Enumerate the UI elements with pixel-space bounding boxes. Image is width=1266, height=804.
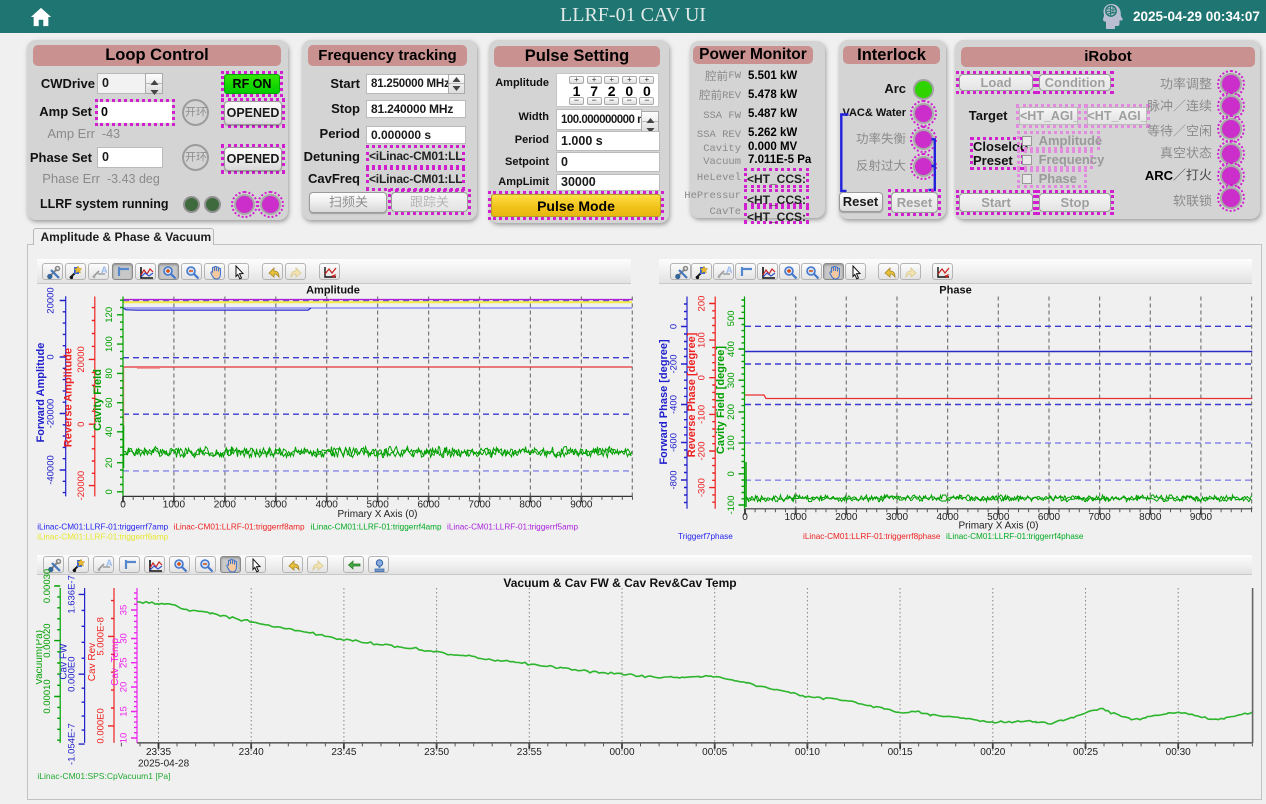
svg-text:Phase: Phase	[939, 285, 971, 297]
svg-text:Vacuum(Pa): Vacuum(Pa)	[36, 630, 45, 685]
svg-text:300: 300	[726, 372, 737, 388]
svg-text:400: 400	[726, 341, 737, 357]
svg-text:Cav Rev: Cav Rev	[87, 643, 98, 681]
svg-text:0: 0	[697, 375, 708, 380]
svg-text:100: 100	[697, 332, 708, 348]
svg-text:iLinac-CM01:LLRF-01:triggerrf4: iLinac-CM01:LLRF-01:triggerrf4phase	[946, 532, 1084, 541]
svg-text:120: 120	[104, 307, 115, 323]
svg-text:40: 40	[104, 427, 115, 438]
svg-text:100: 100	[726, 435, 737, 451]
svg-text:0: 0	[46, 354, 57, 359]
svg-text:0.000E0: 0.000E0	[96, 708, 107, 743]
svg-text:iLinac-CM01:SPS:CpVacuum1 [Pa]: iLinac-CM01:SPS:CpVacuum1 [Pa]	[37, 771, 170, 781]
svg-text:Forward Amplitude: Forward Amplitude	[36, 343, 47, 443]
svg-text:Cav FW: Cav FW	[59, 643, 70, 680]
svg-text:0: 0	[76, 422, 87, 427]
svg-text:-20000: -20000	[76, 471, 87, 501]
svg-text:-1.054E-7: -1.054E-7	[67, 723, 78, 765]
svg-text:Cavity Field: Cavity Field	[92, 369, 104, 431]
svg-text:Amplitude: Amplitude	[306, 285, 360, 297]
svg-text:-800: -800	[669, 470, 680, 489]
svg-text:Triggerf7phase: Triggerf7phase	[678, 532, 733, 541]
svg-text:-400: -400	[669, 395, 680, 414]
svg-text:100: 100	[104, 336, 115, 352]
svg-text:20000: 20000	[46, 287, 57, 313]
svg-text:0.00030: 0.00030	[42, 569, 53, 603]
svg-text:Reverse Amplitude: Reverse Amplitude	[63, 348, 75, 447]
svg-text:-100: -100	[726, 495, 737, 514]
svg-text:20000: 20000	[76, 346, 87, 372]
svg-text:2025-04-28: 2025-04-28	[138, 759, 190, 770]
svg-text:0: 0	[104, 489, 115, 494]
svg-text:35: 35	[119, 605, 130, 616]
svg-text:0: 0	[669, 324, 680, 329]
svg-text:20: 20	[104, 457, 115, 468]
svg-text:1.636E-7: 1.636E-7	[67, 575, 78, 614]
svg-text:Forward Phase [degree]: Forward Phase [degree]	[658, 339, 670, 465]
svg-text:-600: -600	[669, 433, 680, 452]
svg-text:-300: -300	[697, 478, 708, 497]
svg-text:iLinac-CM01:LLRF-01:triggerrf6: iLinac-CM01:LLRF-01:triggerrf6amp	[37, 533, 168, 542]
svg-text:60: 60	[104, 397, 115, 408]
svg-text:iLinac-CM01:LLRF-01:triggerrf8: iLinac-CM01:LLRF-01:triggerrf8amp	[174, 522, 305, 531]
svg-text:Cavity Field [degree]: Cavity Field [degree]	[715, 346, 727, 455]
svg-text:Reverse Phase [degree]: Reverse Phase [degree]	[686, 332, 698, 457]
svg-text:15: 15	[119, 706, 130, 717]
svg-text:-200: -200	[697, 441, 708, 460]
svg-text:iLinac-CM01:LLRF-01:triggerrf5: iLinac-CM01:LLRF-01:triggerrf5amp	[447, 522, 578, 531]
svg-text:10: 10	[119, 733, 130, 744]
svg-text:Primary X Axis (0): Primary X Axis (0)	[337, 509, 417, 520]
svg-text:500: 500	[726, 310, 737, 326]
svg-text:Primary X Axis (0): Primary X Axis (0)	[958, 521, 1038, 532]
svg-text:iLinac-CM01:LLRF-01:triggerrf8: iLinac-CM01:LLRF-01:triggerrf8phase	[803, 532, 941, 541]
svg-text:200: 200	[726, 404, 737, 420]
svg-text:-20000: -20000	[46, 399, 57, 429]
svg-text:80: 80	[104, 368, 115, 379]
svg-text:-200: -200	[669, 354, 680, 373]
svg-text:200: 200	[697, 296, 708, 312]
svg-text:Vacuum & Cav FW & Cav Rev&Cav: Vacuum & Cav FW & Cav Rev&Cav Temp	[503, 576, 736, 590]
svg-text:iLinac-CM01:LLRF-01:triggerrf7: iLinac-CM01:LLRF-01:triggerrf7amp	[37, 522, 168, 531]
svg-text:Cav_Temp: Cav_Temp	[110, 638, 121, 686]
svg-text:iLinac-CM01:LLRF-01:triggerrf4: iLinac-CM01:LLRF-01:triggerrf4amp	[311, 522, 442, 531]
svg-text:0: 0	[726, 471, 737, 476]
svg-text:-40000: -40000	[46, 455, 57, 485]
svg-text:-100: -100	[697, 405, 708, 424]
